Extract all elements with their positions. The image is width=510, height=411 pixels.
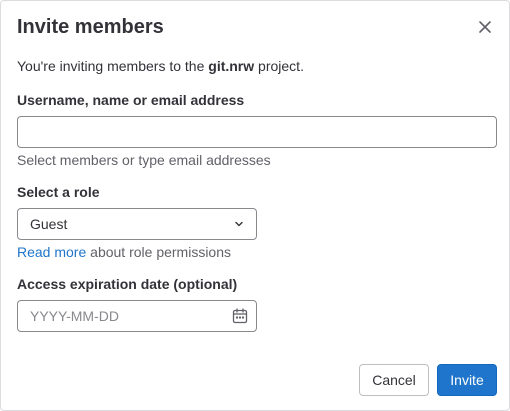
expiration-label: Access expiration date (optional) <box>17 276 238 292</box>
intro-suffix: project. <box>254 58 304 74</box>
calendar-icon[interactable] <box>232 308 248 324</box>
username-help-text: Select members or type email addresses <box>17 152 271 168</box>
cancel-button[interactable]: Cancel <box>359 364 429 396</box>
invite-members-modal: Invite members You're inviting members t… <box>0 0 510 411</box>
expiration-date-input[interactable] <box>18 308 232 324</box>
username-input[interactable] <box>17 116 497 148</box>
role-select[interactable]: Guest <box>17 208 257 240</box>
modal-title: Invite members <box>17 16 164 38</box>
role-selected-value: Guest <box>30 216 68 232</box>
invite-button[interactable]: Invite <box>437 364 497 396</box>
role-label: Select a role <box>17 184 100 200</box>
role-help-text: Read more about role permissions <box>17 243 231 261</box>
intro-prefix: You're inviting members to the <box>17 58 209 74</box>
close-button[interactable] <box>473 15 497 39</box>
project-name: git.nrw <box>208 58 255 74</box>
close-icon <box>479 21 491 33</box>
chevron-down-icon <box>235 221 243 227</box>
expiration-date-field[interactable] <box>17 300 257 332</box>
role-help-suffix: about role permissions <box>86 244 232 260</box>
read-more-link[interactable]: Read more <box>17 244 86 260</box>
username-label: Username, name or email address <box>17 92 245 108</box>
intro-text: You're inviting members to the git.nrw p… <box>17 57 304 75</box>
